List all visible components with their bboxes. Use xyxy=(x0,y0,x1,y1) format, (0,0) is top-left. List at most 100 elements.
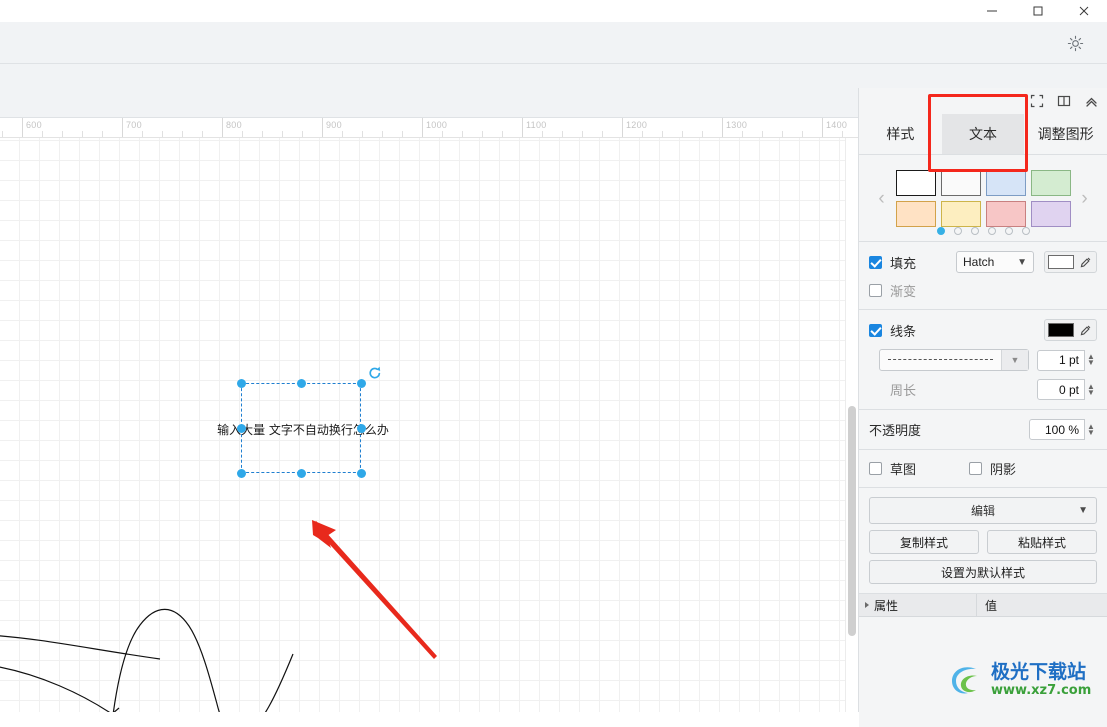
format-panel: 样式 文本 调整图形 ‹ › 填充 Hatch ▼ 渐变 线条 ▼ 1 pt ▲… xyxy=(858,88,1107,727)
ruler-label: 1100 xyxy=(526,120,547,130)
split-panel-icon[interactable] xyxy=(1056,93,1072,109)
swatch-next-button[interactable]: › xyxy=(1078,189,1092,208)
perimeter-value[interactable]: 0 pt xyxy=(1037,379,1085,400)
watermark-logo-icon xyxy=(952,667,977,694)
expand-triangle-icon[interactable] xyxy=(865,602,869,608)
ruler-minor-tick xyxy=(502,131,503,137)
line-color-button[interactable] xyxy=(1044,319,1097,341)
ruler-minor-tick xyxy=(642,131,643,137)
ruler-minor-tick xyxy=(562,131,563,137)
ruler-major-tick xyxy=(522,118,523,137)
shadow-checkbox[interactable] xyxy=(969,462,983,475)
close-button[interactable] xyxy=(1061,0,1107,22)
swatch-page-dot-1[interactable] xyxy=(936,227,945,235)
opacity-value[interactable]: 100 % xyxy=(1029,419,1085,440)
resize-handle-n[interactable] xyxy=(297,379,306,388)
style-swatch-4[interactable] xyxy=(1030,169,1071,196)
eyedropper-icon[interactable] xyxy=(1078,255,1093,270)
perimeter-stepper[interactable]: 0 pt ▲ ▼ xyxy=(1037,379,1097,400)
fill-label: 填充 xyxy=(890,256,917,272)
swatch-page-dot-3[interactable] xyxy=(970,227,979,235)
resize-handle-ne[interactable] xyxy=(357,379,366,388)
tab-adjust-shape[interactable]: 调整图形 xyxy=(1024,114,1107,154)
line-width-value[interactable]: 1 pt xyxy=(1037,349,1085,371)
swatch-page-dot-4[interactable] xyxy=(987,227,996,235)
style-swatch-6[interactable] xyxy=(940,200,981,227)
line-checkbox[interactable] xyxy=(869,323,882,337)
ruler-minor-tick xyxy=(2,131,3,137)
effects-section: 草图 阴影 xyxy=(859,449,1107,487)
style-swatch-5[interactable] xyxy=(895,200,936,227)
tab-style[interactable]: 样式 xyxy=(859,114,942,154)
ruler-minor-tick xyxy=(142,131,143,137)
style-swatch-1[interactable] xyxy=(895,169,936,196)
swatch-prev-button[interactable]: ‹ xyxy=(875,189,889,208)
swatch-page-dot-5[interactable] xyxy=(1004,227,1013,235)
line-width-stepper[interactable]: 1 pt ▲ ▼ xyxy=(1037,349,1097,371)
style-actions-section: 编辑 ▼ 复制样式 粘贴样式 设置为默认样式 xyxy=(859,487,1107,593)
resize-handle-nw[interactable] xyxy=(237,379,246,388)
opacity-spinner[interactable]: ▲ ▼ xyxy=(1085,419,1097,440)
dashed-line-preview xyxy=(888,359,993,361)
ruler-label: 1200 xyxy=(626,120,648,130)
gradient-checkbox[interactable] xyxy=(869,284,882,297)
maximize-button[interactable] xyxy=(1015,0,1061,22)
ruler-minor-tick xyxy=(702,131,703,137)
fullscreen-icon[interactable] xyxy=(1029,93,1045,109)
drawing-canvas[interactable]: 输入大量 文字不自动换行怎么办 xyxy=(0,138,860,712)
ruler-minor-tick xyxy=(102,131,103,137)
ruler-minor-tick xyxy=(582,131,583,137)
fill-checkbox[interactable] xyxy=(869,255,882,269)
brightness-icon[interactable] xyxy=(1061,22,1089,64)
style-swatch-2[interactable] xyxy=(940,169,981,196)
ruler-minor-tick xyxy=(362,131,363,137)
opacity-stepper[interactable]: 100 % ▲ ▼ xyxy=(1029,419,1097,440)
chevron-down-icon: ▼ xyxy=(1017,256,1027,268)
style-swatch-8[interactable] xyxy=(1030,200,1071,227)
default-style-row: 设置为默认样式 xyxy=(869,560,1097,584)
value-column-header: 值 xyxy=(977,597,1107,614)
set-default-style-button[interactable]: 设置为默认样式 xyxy=(869,560,1097,584)
swatch-page-dot-6[interactable] xyxy=(1021,227,1030,235)
canvas-vertical-scrollbar[interactable] xyxy=(845,138,858,712)
ruler-minor-tick xyxy=(742,131,743,137)
line-style-select[interactable]: ▼ xyxy=(879,349,1029,371)
perimeter-spinner[interactable]: ▲ ▼ xyxy=(1085,379,1097,400)
fill-pattern-select[interactable]: Hatch ▼ xyxy=(956,251,1034,273)
properties-column-header[interactable]: 属性 xyxy=(859,594,977,616)
sketch-checkbox[interactable] xyxy=(869,462,882,475)
copy-style-button[interactable]: 复制样式 xyxy=(869,530,979,554)
resize-handle-e[interactable] xyxy=(357,424,366,433)
fill-color-button[interactable] xyxy=(1044,251,1097,273)
resize-handle-s[interactable] xyxy=(297,469,306,478)
style-swatch-3[interactable] xyxy=(985,169,1026,196)
ruler-minor-tick xyxy=(462,131,463,137)
ruler-label: 700 xyxy=(126,120,142,130)
rotate-handle-icon[interactable] xyxy=(368,366,382,380)
ruler-minor-tick xyxy=(262,131,263,137)
panel-tabs: 样式 文本 调整图形 xyxy=(859,114,1107,155)
paste-style-button[interactable]: 粘贴样式 xyxy=(987,530,1097,554)
watermark-site-name: 极光下载站 xyxy=(991,661,1087,683)
tab-text[interactable]: 文本 xyxy=(941,114,1025,154)
resize-handle-sw[interactable] xyxy=(237,469,246,478)
ruler-minor-tick xyxy=(402,131,403,137)
ruler-minor-tick xyxy=(682,131,683,137)
chevron-down-icon[interactable]: ▼ xyxy=(1001,350,1028,370)
opacity-section: 不透明度 100 % ▲ ▼ xyxy=(859,409,1107,449)
resize-handle-se[interactable] xyxy=(357,469,366,478)
minimize-button[interactable] xyxy=(969,0,1015,22)
app-window: 600 700 800 900 1000 1100 1200 1300 1400 输入大量 文字… xyxy=(0,0,1107,727)
collapse-chevron-icon[interactable] xyxy=(1083,93,1099,109)
resize-handle-w[interactable] xyxy=(237,424,246,433)
canvas-scrollbar-thumb[interactable] xyxy=(848,406,856,636)
value-column-label: 值 xyxy=(985,598,998,613)
ruler-label: 600 xyxy=(26,120,42,130)
ruler-label: 800 xyxy=(226,120,242,130)
edit-dropdown[interactable]: 编辑 ▼ xyxy=(869,497,1097,524)
line-width-spinner[interactable]: ▲ ▼ xyxy=(1085,350,1097,371)
style-swatch-7[interactable] xyxy=(985,200,1026,227)
ruler-major-tick xyxy=(422,118,423,137)
swatch-page-dot-2[interactable] xyxy=(953,227,962,235)
eyedropper-icon[interactable] xyxy=(1078,323,1093,338)
